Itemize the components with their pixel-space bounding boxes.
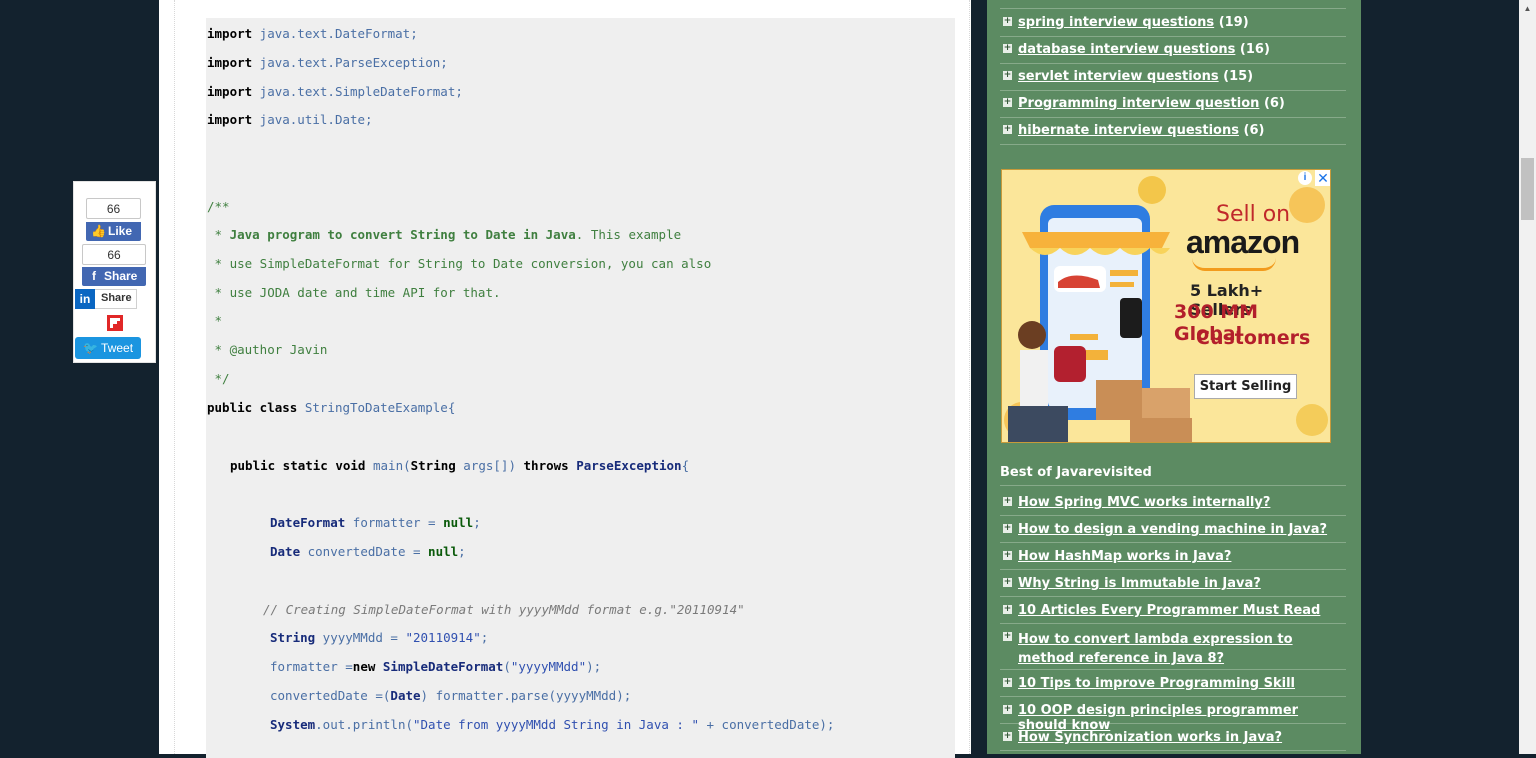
social-share-bar: 66 👍 Like 66 f Share in Share 🐦 Tweet	[73, 181, 156, 363]
scrollbar-thumb[interactable]	[1521, 158, 1534, 220]
thumbs-up-icon: 👍	[91, 224, 106, 238]
category-item[interactable]: + hibernate interview questions (6)	[1000, 119, 1346, 145]
code-line: import java.text.DateFormat;	[207, 26, 418, 41]
code-comment: */	[207, 371, 230, 386]
best-of-item[interactable]: + How HashMap works in Java?	[1000, 544, 1346, 570]
best-of-item[interactable]: + How to convert lambda expression to me…	[1000, 625, 1346, 670]
best-of-item[interactable]: + 10 Articles Every Programmer Must Read	[1000, 598, 1346, 624]
plus-icon: +	[1003, 97, 1012, 107]
share-label: Share	[104, 269, 138, 283]
best-of-heading: Best of Javarevisited	[1000, 465, 1346, 486]
like-count: 66	[86, 198, 141, 219]
best-of-link[interactable]: Why String is Immutable in Java?	[1018, 576, 1261, 591]
plus-icon: +	[1003, 577, 1012, 587]
code-comment: // Creating SimpleDateFormat with yyyyMM…	[263, 602, 745, 617]
code-line: String yyyyMMdd = "20110914";	[270, 630, 489, 645]
flipboard-icon[interactable]	[107, 315, 123, 331]
best-of-item[interactable]: + How to design a vending machine in Jav…	[1000, 517, 1346, 543]
code-line: import java.text.ParseException;	[207, 55, 448, 70]
best-of-item[interactable]: + 10 Tips to improve Programming Skill	[1000, 671, 1346, 697]
plus-icon: +	[1003, 677, 1012, 687]
plus-icon: +	[1003, 550, 1012, 560]
linkedin-share-label: Share	[101, 292, 132, 304]
best-of-item[interactable]: + How Spring MVC works internally?	[1000, 490, 1346, 516]
code-line: public static void main(String args[]) t…	[230, 458, 690, 473]
twitter-bird-icon: 🐦	[82, 341, 98, 355]
category-count: (6)	[1263, 96, 1285, 111]
best-of-item[interactable]: + How Synchronization works in Java?	[1000, 725, 1346, 751]
category-count: (15)	[1223, 69, 1254, 84]
ad-subheadline: Customers	[1196, 327, 1311, 349]
category-count: (6)	[1243, 123, 1265, 138]
best-of-link[interactable]: 10 Tips to improve Programming Skill	[1018, 676, 1295, 691]
best-of-item[interactable]: + Why String is Immutable in Java?	[1000, 571, 1346, 597]
best-of-link[interactable]: How Synchronization works in Java?	[1018, 730, 1282, 745]
category-link[interactable]: Programming interview question	[1018, 96, 1259, 111]
code-comment: * Java program to convert String to Date…	[207, 227, 682, 242]
plus-icon: +	[1003, 16, 1012, 26]
amazon-logo-text: amazon	[1186, 224, 1300, 260]
code-comment: /**	[207, 199, 230, 214]
share-count: 66	[82, 244, 146, 265]
tweet-label: Tweet	[101, 341, 134, 355]
like-label: Like	[108, 224, 133, 238]
page-scrollbar[interactable]	[1519, 0, 1536, 754]
code-block	[206, 18, 955, 758]
best-of-link[interactable]: 10 Articles Every Programmer Must Read	[1018, 603, 1320, 618]
start-selling-button[interactable]: Start Selling	[1194, 374, 1297, 399]
sidebar-divider	[1000, 0, 1346, 9]
adchoices-info-icon[interactable]: i	[1298, 171, 1312, 185]
amazon-smile-icon	[1192, 258, 1276, 271]
code-line: Date convertedDate = null;	[270, 544, 466, 559]
tweet-button[interactable]: 🐦 Tweet	[75, 337, 141, 359]
code-line: formatter =new SimpleDateFormat("yyyyMMd…	[270, 659, 602, 674]
ad-close-icon[interactable]: ✕	[1315, 170, 1330, 186]
code-comment: *	[207, 313, 223, 328]
code-comment: * @author Javin	[207, 342, 328, 357]
best-of-link[interactable]: How to design a vending machine in Java?	[1018, 522, 1327, 537]
facebook-icon: f	[92, 269, 96, 283]
category-item[interactable]: + spring interview questions (19)	[1000, 11, 1346, 37]
category-link[interactable]: spring interview questions	[1018, 15, 1214, 30]
plus-icon: +	[1003, 704, 1012, 714]
facebook-like-button[interactable]: 👍 Like	[86, 222, 141, 241]
code-line: convertedDate =(Date) formatter.parse(yy…	[270, 688, 632, 703]
best-of-link[interactable]: How HashMap works in Java?	[1018, 549, 1231, 564]
plus-icon: +	[1003, 604, 1012, 614]
category-item[interactable]: + Programming interview question (6)	[1000, 92, 1346, 118]
plus-icon: +	[1003, 43, 1012, 53]
code-line: System.out.println("Date from yyyyMMdd S…	[270, 717, 835, 732]
plus-icon: +	[1003, 731, 1012, 741]
category-count: (19)	[1218, 15, 1249, 30]
linkedin-share-button[interactable]: in Share	[75, 289, 137, 309]
best-of-link[interactable]: How Spring MVC works internally?	[1018, 495, 1270, 510]
category-link[interactable]: servlet interview questions	[1018, 69, 1219, 84]
category-item[interactable]: + servlet interview questions (15)	[1000, 65, 1346, 91]
plus-icon: +	[1003, 496, 1012, 506]
plus-icon: +	[1003, 631, 1012, 641]
code-comment: * use SimpleDateFormat for String to Dat…	[207, 256, 712, 271]
plus-icon: +	[1003, 124, 1012, 134]
amazon-ad[interactable]: Sell on amazon 5 Lakh+ Sellers 300 MM Gl…	[1001, 169, 1331, 443]
plus-icon: +	[1003, 523, 1012, 533]
code-comment: * use JODA date and time API for that.	[207, 285, 501, 300]
linkedin-icon: in	[75, 289, 95, 309]
best-of-link[interactable]: How to convert lambda expression to meth…	[1018, 630, 1338, 668]
best-of-item[interactable]: + 10 OOP design principles programmer sh…	[1000, 698, 1346, 733]
scroll-up-arrow-icon[interactable]: ▲	[1519, 0, 1536, 17]
code-line: import java.text.SimpleDateFormat;	[207, 84, 463, 99]
facebook-share-button[interactable]: f Share	[82, 267, 146, 286]
code-line: import java.util.Date;	[207, 112, 373, 127]
category-item[interactable]: + database interview questions (16)	[1000, 38, 1346, 64]
code-line: public class StringToDateExample{	[207, 400, 456, 415]
category-count: (16)	[1239, 42, 1270, 57]
plus-icon: +	[1003, 70, 1012, 80]
code-line: DateFormat formatter = null;	[270, 515, 481, 530]
category-link[interactable]: hibernate interview questions	[1018, 123, 1239, 138]
category-link[interactable]: database interview questions	[1018, 42, 1235, 57]
